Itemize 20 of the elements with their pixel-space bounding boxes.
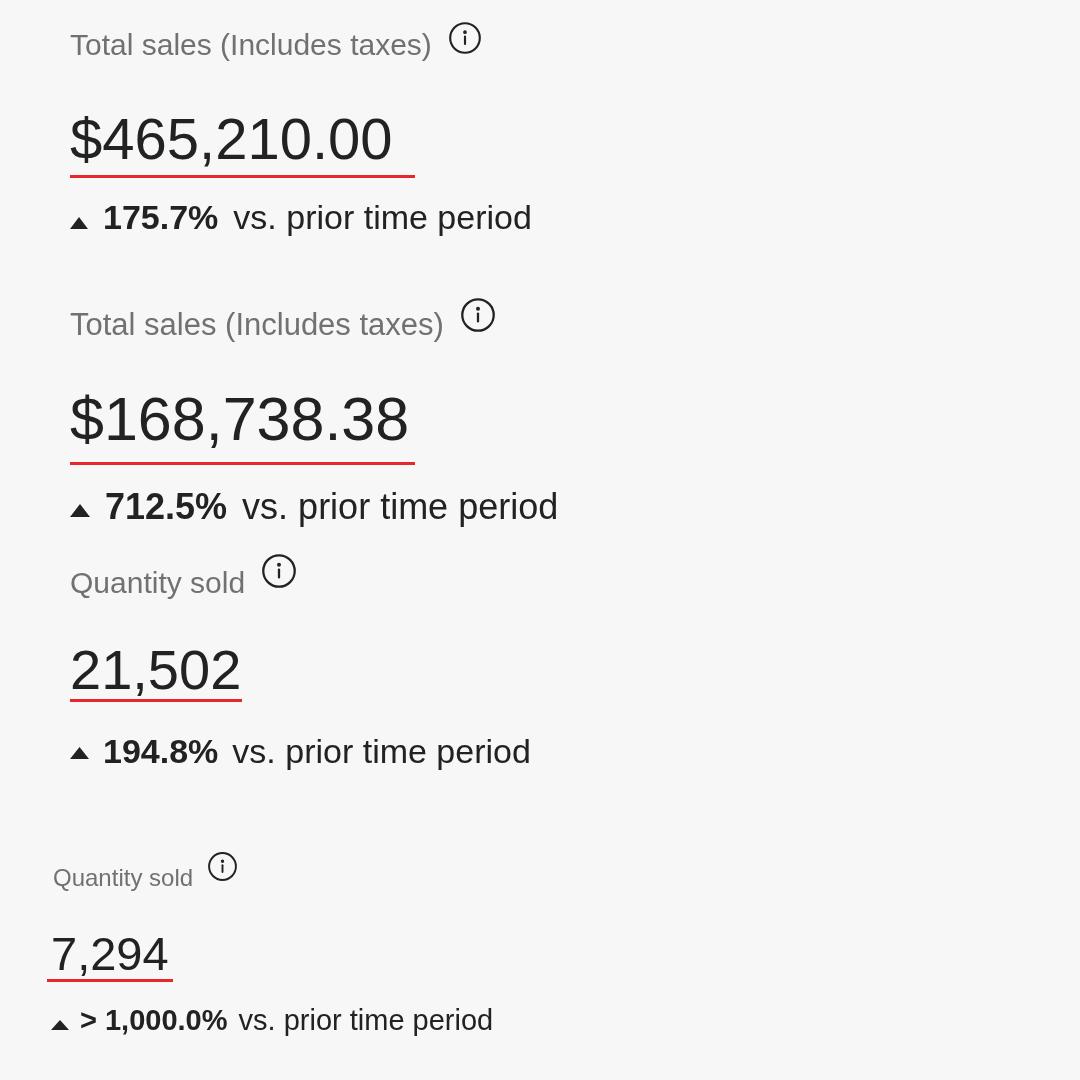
metric-label: Total sales (Includes taxes) <box>70 309 444 340</box>
metric-label: Quantity sold <box>53 866 194 890</box>
metric-value: 7,294 <box>51 930 169 977</box>
change-percent: 175.7% <box>103 200 219 234</box>
change-percent: > 1,000.0% <box>80 1006 228 1035</box>
info-icon[interactable] <box>460 298 495 332</box>
info-icon[interactable] <box>448 22 481 54</box>
metric-value: 21,502 <box>70 642 242 698</box>
info-icon[interactable] <box>208 852 238 881</box>
comparison-text: vs. prior time period <box>232 734 531 768</box>
comparison-text: vs. prior time period <box>233 200 532 234</box>
info-icon[interactable] <box>262 554 297 588</box>
metric-label: Quantity sold <box>70 568 246 598</box>
metric-label: Total sales (Includes taxes) <box>70 30 432 60</box>
metric-value: $465,210.00 <box>70 110 393 168</box>
comparison-text: vs. prior time period <box>242 489 559 525</box>
change-percent: 712.5% <box>105 489 228 525</box>
metric-value: $168,738.38 <box>70 389 410 450</box>
change-percent: 194.8% <box>103 734 219 768</box>
comparison-text: vs. prior time period <box>238 1006 494 1035</box>
